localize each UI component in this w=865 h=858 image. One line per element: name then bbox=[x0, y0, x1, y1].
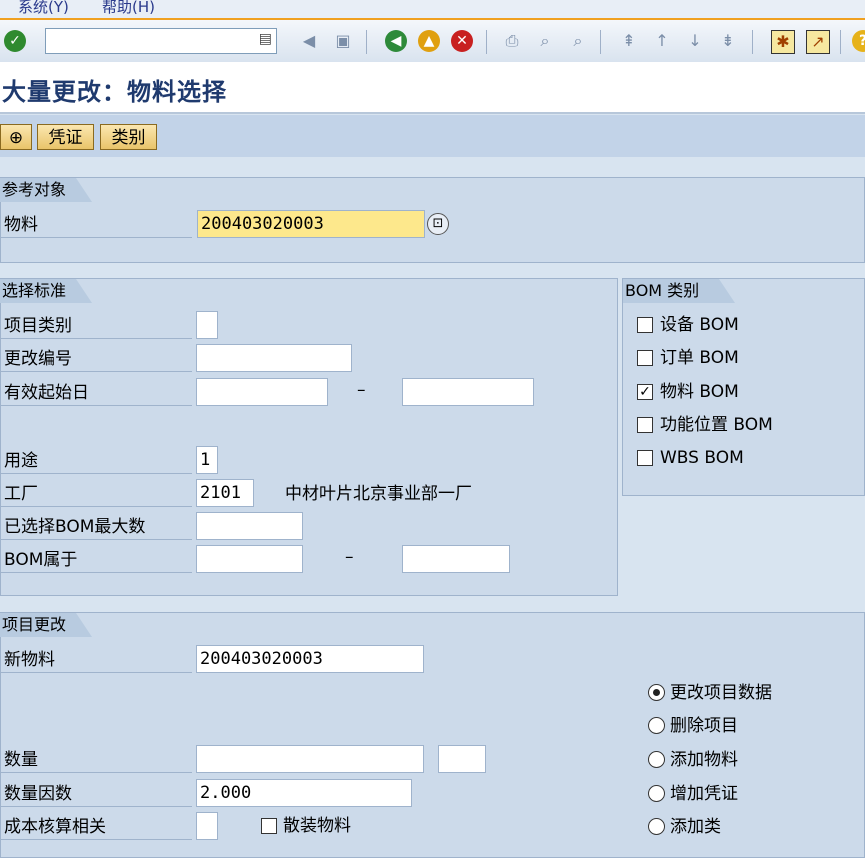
toolbar-separator bbox=[366, 30, 367, 54]
category-button[interactable]: 类别 bbox=[100, 124, 157, 150]
help-icon[interactable]: ? bbox=[852, 30, 865, 52]
item-change-header: 项目更改 bbox=[0, 613, 92, 637]
last-page-icon[interactable]: ⇟ bbox=[717, 30, 739, 52]
toolbar-separator bbox=[486, 30, 487, 54]
usage-input[interactable]: 1 bbox=[196, 446, 218, 474]
bulk-material-checkbox[interactable] bbox=[261, 818, 277, 834]
bom-category-label: 设备 BOM bbox=[660, 315, 739, 335]
max-bom-label: 已选择BOM最大数 bbox=[0, 514, 192, 540]
action-label: 删除项目 bbox=[670, 716, 738, 736]
new-session-icon[interactable]: ✱ bbox=[771, 30, 795, 54]
next-page-icon[interactable]: ↓ bbox=[684, 30, 706, 52]
range-dash: – bbox=[345, 547, 354, 567]
match-code-icon[interactable]: ⊡ bbox=[427, 213, 449, 235]
plant-input[interactable]: 2101 bbox=[196, 479, 254, 507]
execute-icon[interactable]: ⊕ bbox=[0, 124, 32, 150]
new-material-label: 新物料 bbox=[0, 647, 192, 673]
print-icon[interactable]: ⎙ bbox=[501, 30, 523, 52]
selection-criteria-header: 选择标准 bbox=[0, 279, 92, 303]
action-radio[interactable] bbox=[648, 717, 665, 734]
menu-bar: 系统(Y) 帮助(H) bbox=[0, 0, 865, 18]
cancel-icon[interactable]: ✕ bbox=[451, 30, 473, 52]
bom-category-checkbox[interactable] bbox=[637, 350, 653, 366]
action-radio[interactable] bbox=[648, 785, 665, 802]
item-category-label: 项目类别 bbox=[0, 313, 192, 339]
bom-category-label: 物料 BOM bbox=[660, 382, 739, 402]
valid-from-label: 有效起始日 bbox=[0, 380, 192, 406]
action-radio[interactable] bbox=[648, 818, 665, 835]
first-page-icon[interactable]: ⇞ bbox=[618, 30, 640, 52]
max-bom-input[interactable] bbox=[196, 512, 303, 540]
material-input[interactable]: 200403020003 bbox=[197, 210, 425, 238]
action-label: 添加类 bbox=[670, 817, 721, 837]
material-label: 物料 bbox=[0, 212, 192, 238]
action-radio[interactable] bbox=[648, 684, 665, 701]
quantity-factor-label: 数量因数 bbox=[0, 781, 192, 807]
bom-belongs-to-input[interactable] bbox=[402, 545, 510, 573]
change-number-label: 更改编号 bbox=[0, 346, 192, 372]
command-field[interactable]: ▤ bbox=[45, 28, 277, 54]
valid-from-input[interactable] bbox=[196, 378, 328, 406]
bom-category-label: 功能位置 BOM bbox=[660, 415, 773, 435]
enter-icon[interactable]: ✓ bbox=[4, 30, 26, 52]
valid-to-input[interactable] bbox=[402, 378, 534, 406]
action-radio[interactable] bbox=[648, 751, 665, 768]
exit-icon[interactable]: ▲ bbox=[418, 30, 440, 52]
bom-category-header: BOM 类别 bbox=[623, 279, 735, 303]
toolbar-separator bbox=[600, 30, 601, 54]
range-dash: – bbox=[357, 380, 366, 400]
quantity-factor-input[interactable]: 2.000 bbox=[196, 779, 412, 807]
menu-system[interactable]: 系统(Y) bbox=[18, 0, 69, 17]
previous-page-icon[interactable]: ↑ bbox=[651, 30, 673, 52]
bom-category-label: WBS BOM bbox=[660, 448, 744, 468]
bom-category-checkbox[interactable] bbox=[637, 450, 653, 466]
find-next-icon[interactable]: ⌕ bbox=[567, 30, 589, 52]
action-label: 添加物料 bbox=[670, 750, 738, 770]
find-icon[interactable]: ⌕ bbox=[534, 30, 556, 52]
save-icon[interactable]: ▣ bbox=[332, 30, 354, 52]
usage-label: 用途 bbox=[0, 448, 192, 474]
toolbar-separator bbox=[840, 30, 841, 54]
costing-relevant-input[interactable] bbox=[196, 812, 218, 840]
bulk-material-label: 散装物料 bbox=[283, 816, 351, 836]
bom-category-label: 订单 BOM bbox=[660, 348, 739, 368]
back-icon[interactable]: ◀ bbox=[385, 30, 407, 52]
quantity-input[interactable] bbox=[196, 745, 424, 773]
command-history-icon[interactable]: ▤ bbox=[259, 31, 272, 47]
bom-category-checkbox[interactable] bbox=[637, 417, 653, 433]
toolbar-separator bbox=[752, 30, 753, 54]
standard-toolbar: ✓ ▤ ◀ ▣ ◀ ▲ ✕ ⎙ ⌕ ⌕ ⇞ ↑ ↓ ⇟ ✱ ↗ ? bbox=[0, 18, 865, 62]
menu-help[interactable]: 帮助(H) bbox=[102, 0, 155, 17]
action-label: 更改项目数据 bbox=[670, 683, 772, 703]
voucher-button[interactable]: 凭证 bbox=[37, 124, 94, 150]
bom-belongs-from-input[interactable] bbox=[196, 545, 303, 573]
shortcut-icon[interactable]: ↗ bbox=[806, 30, 830, 54]
page-title: 大量更改：物料选择 bbox=[2, 78, 227, 106]
bom-category-checkbox[interactable] bbox=[637, 317, 653, 333]
plant-description: 中材叶片北京事业部一厂 bbox=[285, 484, 472, 504]
back-arrow-icon[interactable]: ◀ bbox=[298, 30, 320, 52]
bom-category-checkbox[interactable]: ✓ bbox=[637, 384, 653, 400]
new-material-input[interactable]: 200403020003 bbox=[196, 645, 424, 673]
quantity-label: 数量 bbox=[0, 747, 192, 773]
plant-label: 工厂 bbox=[0, 481, 192, 507]
bom-belongs-label: BOM属于 bbox=[0, 547, 192, 573]
unit-input[interactable] bbox=[438, 745, 486, 773]
action-label: 增加凭证 bbox=[670, 784, 738, 804]
item-category-input[interactable] bbox=[196, 311, 218, 339]
costing-relevant-label: 成本核算相关 bbox=[0, 814, 192, 840]
change-number-input[interactable] bbox=[196, 344, 352, 372]
reference-object-header: 参考对象 bbox=[0, 178, 92, 202]
